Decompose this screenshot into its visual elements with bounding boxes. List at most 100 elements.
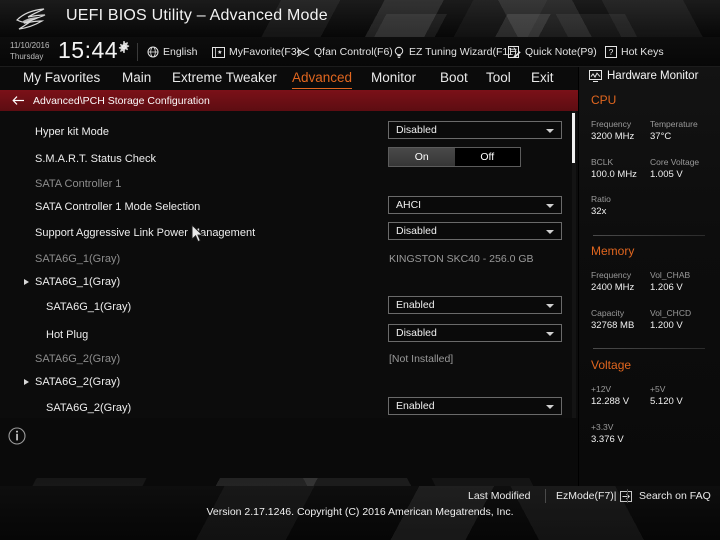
chevron-down-icon bbox=[546, 332, 554, 336]
tool-label: English bbox=[163, 46, 198, 58]
tool-qfan-control[interactable]: Qfan Control(F6) bbox=[296, 42, 393, 62]
nav-tab-boot[interactable]: Boot bbox=[440, 67, 468, 90]
nav-tab-main[interactable]: Main bbox=[122, 67, 151, 90]
hw-value-12v: 12.288 V bbox=[591, 396, 630, 407]
hw-value-capacity: 32768 MB bbox=[591, 320, 635, 331]
hot-plug-dropdown[interactable]: Disabled bbox=[388, 324, 562, 342]
gear-icon[interactable] bbox=[118, 41, 130, 53]
monitor-icon bbox=[589, 70, 602, 82]
window-title: UEFI BIOS Utility – Advanced Mode bbox=[66, 7, 328, 24]
dropdown-value: AHCI bbox=[396, 199, 422, 211]
nav-tab-advanced[interactable]: Advanced bbox=[292, 67, 353, 90]
hw-label-ratio: Ratio bbox=[591, 194, 611, 204]
toggle-option-on[interactable]: On bbox=[389, 148, 455, 166]
chevron-down-icon bbox=[546, 204, 554, 208]
setting-row-sata6g-2-enable[interactable]: SATA6G_2(Gray) Enabled bbox=[0, 394, 578, 418]
setting-label: S.M.A.R.T. Status Check bbox=[35, 153, 157, 165]
footer-label: Search on FAQ bbox=[639, 490, 711, 502]
tool-hot-keys[interactable]: ? Hot Keys bbox=[605, 42, 664, 62]
setting-row-smart-status-check[interactable]: S.M.A.R.T. Status Check On Off bbox=[0, 145, 578, 173]
footer-label: Last Modified bbox=[468, 490, 531, 502]
scrollbar-thumb[interactable] bbox=[572, 113, 575, 163]
setting-label: Support Aggressive Link Power Management bbox=[35, 227, 256, 239]
setting-label: SATA6G_2(Gray) bbox=[35, 376, 121, 388]
setting-row-aggressive-link-power[interactable]: Support Aggressive Link Power Management… bbox=[0, 219, 578, 247]
nav-tab-my-favorites[interactable]: My Favorites bbox=[23, 67, 100, 90]
settings-list: Hyper kit Mode Disabled S.M.A.R.T. Statu… bbox=[0, 111, 578, 418]
dropdown-value: Disabled bbox=[396, 225, 437, 237]
hw-section-voltage: Voltage bbox=[591, 358, 632, 372]
info-toolbar: 11/10/2016 Thursday 15:44 English MyFavo… bbox=[0, 37, 720, 67]
setting-label: Hyper kit Mode bbox=[35, 126, 109, 138]
toggle-option-off[interactable]: Off bbox=[455, 148, 521, 166]
chevron-down-icon bbox=[546, 405, 554, 409]
setting-row-sata6g-1-group[interactable]: SATA6G_1(Gray) bbox=[0, 268, 578, 296]
tool-label: EZ Tuning Wizard(F11) bbox=[409, 46, 517, 58]
hw-label-vol-chab: Vol_CHAB bbox=[650, 270, 691, 280]
hw-value-mem-frequency: 2400 MHz bbox=[591, 282, 635, 293]
clock-display: 15:44 bbox=[58, 37, 119, 63]
aggressive-link-power-dropdown[interactable]: Disabled bbox=[388, 222, 562, 240]
tool-label: Hot Keys bbox=[621, 46, 664, 58]
setting-row-sata6g-2-group[interactable]: SATA6G_2(Gray) bbox=[0, 368, 578, 396]
setting-row-hyper-kit-mode[interactable]: Hyper kit Mode Disabled bbox=[0, 118, 578, 146]
dropdown-value: Disabled bbox=[396, 327, 437, 339]
hw-divider bbox=[593, 235, 705, 236]
note-icon bbox=[508, 46, 521, 58]
setting-label: SATA6G_1(Gray) bbox=[35, 276, 121, 288]
dropdown-value: Enabled bbox=[396, 299, 435, 311]
hw-label-mem-frequency: Frequency bbox=[591, 270, 632, 280]
sata6g-2-enable-dropdown[interactable]: Enabled bbox=[388, 397, 562, 415]
footer-search-on-faq[interactable]: Search on FAQ bbox=[639, 487, 711, 505]
question-box-icon: ? bbox=[605, 46, 617, 58]
hardware-monitor-title: Hardware Monitor bbox=[589, 70, 698, 82]
setting-row-sata6g-1-enable[interactable]: SATA6G_1(Gray) Enabled bbox=[0, 293, 578, 321]
footer-ezmode[interactable]: EzMode(F7)| bbox=[556, 487, 632, 505]
info-icon[interactable] bbox=[8, 427, 26, 445]
hw-label-cpu-temperature: Temperature bbox=[650, 119, 698, 129]
hw-section-cpu: CPU bbox=[591, 93, 617, 107]
date-block: 11/10/2016 Thursday bbox=[10, 40, 49, 62]
sata6g-1-enable-dropdown[interactable]: Enabled bbox=[388, 296, 562, 314]
toolbar-divider bbox=[137, 43, 138, 61]
hw-value-bclk: 100.0 MHz bbox=[591, 169, 637, 180]
footer-bar: Last Modified EzMode(F7)| Search on FAQ … bbox=[0, 486, 720, 540]
hw-label-3v3: +3.3V bbox=[591, 422, 614, 432]
footer-divider bbox=[545, 489, 546, 503]
expand-arrow-icon[interactable] bbox=[24, 279, 29, 285]
tool-myfavorite[interactable]: MyFavorite(F3) bbox=[212, 42, 300, 62]
hw-value-5v: 5.120 V bbox=[650, 396, 683, 407]
hw-label-5v: +5V bbox=[650, 384, 666, 394]
hw-label-vol-chcd: Vol_CHCD bbox=[650, 308, 692, 318]
breadcrumb[interactable]: Advanced\PCH Storage Configuration bbox=[0, 90, 578, 111]
nav-tab-monitor[interactable]: Monitor bbox=[371, 67, 416, 90]
expand-arrow-icon[interactable] bbox=[24, 379, 29, 385]
nav-tab-exit[interactable]: Exit bbox=[531, 67, 554, 90]
bios-screen: UEFI BIOS Utility – Advanced Mode 11/10/… bbox=[0, 0, 720, 540]
nav-tab-tool[interactable]: Tool bbox=[486, 67, 511, 90]
svg-text:?: ? bbox=[609, 47, 614, 57]
hyper-kit-mode-dropdown[interactable]: Disabled bbox=[388, 121, 562, 139]
tool-ez-tuning-wizard[interactable]: EZ Tuning Wizard(F11) bbox=[393, 42, 517, 62]
weekday-text: Thursday bbox=[10, 52, 44, 61]
footer-last-modified[interactable]: Last Modified bbox=[468, 487, 530, 505]
back-arrow-icon[interactable] bbox=[12, 95, 25, 106]
setting-label: SATA6G_1(Gray) bbox=[46, 301, 132, 313]
setting-row-sata-controller-1-mode[interactable]: SATA Controller 1 Mode Selection AHCI bbox=[0, 193, 578, 221]
tool-english[interactable]: English bbox=[147, 42, 197, 62]
hardware-monitor-title-label: Hardware Monitor bbox=[607, 70, 699, 82]
lightbulb-icon bbox=[394, 46, 404, 58]
chevron-down-icon bbox=[546, 304, 554, 308]
tool-quick-note[interactable]: Quick Note(P9) bbox=[508, 42, 597, 62]
tool-label: Quick Note(P9) bbox=[525, 46, 597, 58]
dropdown-value: Enabled bbox=[396, 400, 435, 412]
smart-status-toggle[interactable]: On Off bbox=[388, 147, 521, 167]
breadcrumb-path: Advanced\PCH Storage Configuration bbox=[33, 94, 210, 107]
mouse-pointer-icon bbox=[191, 224, 204, 243]
hw-label-core-voltage: Core Voltage bbox=[650, 157, 700, 167]
title-bar: UEFI BIOS Utility – Advanced Mode bbox=[0, 0, 720, 37]
dropdown-value: Disabled bbox=[396, 124, 437, 136]
nav-tab-extreme-tweaker[interactable]: Extreme Tweaker bbox=[172, 67, 277, 90]
rog-eye-logo bbox=[15, 8, 46, 30]
sata-controller-1-mode-dropdown[interactable]: AHCI bbox=[388, 196, 562, 214]
